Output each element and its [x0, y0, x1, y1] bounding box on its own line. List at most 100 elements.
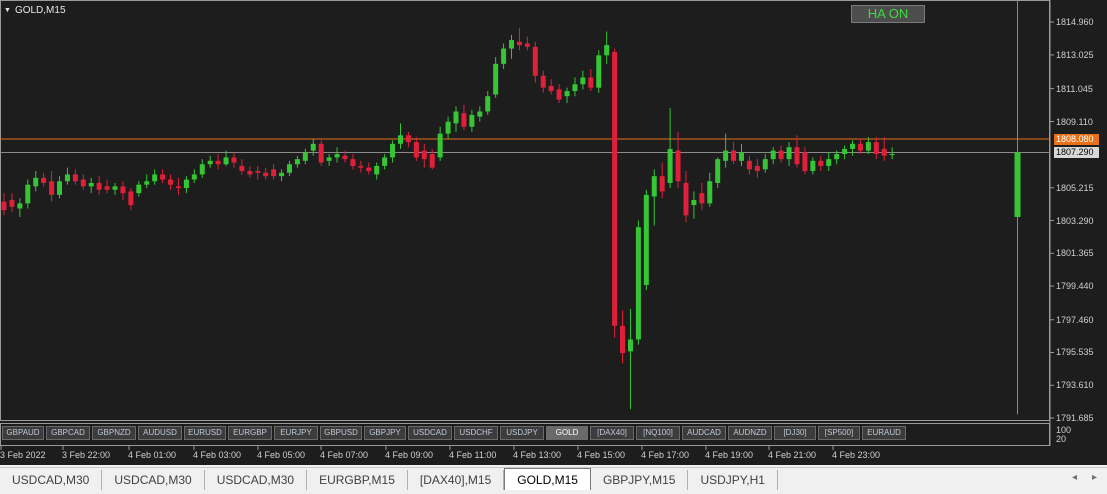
- candle-body: [223, 157, 229, 165]
- symbol-button-dj30[interactable]: [DJ30]: [774, 426, 816, 440]
- candle-body: [358, 165, 364, 168]
- chart-tab[interactable]: USDJPY,H1: [688, 470, 778, 490]
- candle-body: [612, 51, 618, 326]
- candle-body: [152, 174, 158, 182]
- candle-body: [88, 182, 94, 187]
- candle-body: [461, 113, 467, 127]
- candle-body: [64, 174, 70, 182]
- symbol-button-usdchf[interactable]: USDCHF: [454, 426, 498, 440]
- symbol-button-gbpusd[interactable]: GBPUSD: [320, 426, 362, 440]
- candle-body: [239, 165, 245, 172]
- candle-body: [635, 227, 641, 340]
- symbol-button-usdjpy[interactable]: USDJPY: [500, 426, 544, 440]
- symbol-button-gbpjpy[interactable]: GBPJPY: [364, 426, 406, 440]
- candle-body: [651, 176, 657, 197]
- candle-body: [675, 150, 681, 182]
- candle-body: [382, 157, 388, 166]
- symbol-button-audusd[interactable]: AUDUSD: [138, 426, 182, 440]
- scroll-right-icon[interactable]: ▸: [1092, 472, 1097, 483]
- candle-body: [501, 48, 507, 64]
- candle-body: [873, 142, 879, 155]
- chart-tab[interactable]: GOLD,M15: [504, 468, 591, 490]
- price-tick-label: 1799.440: [1056, 281, 1094, 292]
- candle-body: [643, 194, 649, 286]
- candle-body: [421, 150, 427, 160]
- chart-tab[interactable]: GBPJPY,M15: [591, 470, 689, 490]
- chart-tab[interactable]: USDCAD,M30: [0, 470, 103, 490]
- time-tick-label: 4 Feb 15:00: [577, 450, 626, 460]
- candle-body: [477, 111, 483, 117]
- symbol-button-eurjpy[interactable]: EURJPY: [274, 426, 318, 440]
- candle-body: [286, 164, 292, 173]
- time-tick-label: 4 Feb 05:00: [257, 450, 306, 460]
- candle-body: [390, 143, 396, 158]
- symbol-button-gbpcad[interactable]: GBPCAD: [46, 426, 90, 440]
- symbol-button-euraud[interactable]: EURAUD: [862, 426, 906, 440]
- candle-body: [104, 186, 110, 190]
- chart-tab-bar: USDCAD,M30 USDCAD,M30 USDCAD,M30 EURGBP,M15…: [0, 467, 1107, 494]
- time-tick-label: 3 Feb 2022: [0, 450, 46, 460]
- chart-tab[interactable]: USDCAD,M30: [205, 470, 308, 490]
- candle-body: [762, 159, 768, 170]
- candle-body: [136, 184, 142, 194]
- symbol-title: GOLD,M15: [14, 5, 66, 16]
- symbol-button-audnzd[interactable]: AUDNZD: [728, 426, 772, 440]
- price-tick-label: 1813.025: [1056, 49, 1094, 60]
- candle-body: [723, 150, 729, 161]
- candle-body: [41, 177, 47, 183]
- candle-body: [112, 186, 118, 190]
- candle-body: [445, 121, 451, 134]
- chart-window[interactable]: ▼ GOLD,M15 HA ON 1814.960 1813.025 1811.04…: [0, 0, 1107, 465]
- candle-body: [707, 181, 713, 204]
- candle-body: [564, 91, 570, 97]
- time-tick-label: 4 Feb 13:00: [513, 450, 562, 460]
- candle-body: [80, 179, 86, 187]
- candle-body: [144, 181, 150, 185]
- symbol-button-eurusd[interactable]: EURUSD: [184, 426, 226, 440]
- ha-toggle-button[interactable]: HA ON: [851, 5, 925, 23]
- symbol-button-gbpaud[interactable]: GBPAUD: [2, 426, 44, 440]
- symbol-button-dax40[interactable]: [DAX40]: [590, 426, 634, 440]
- symbol-button-eurgbp[interactable]: EURGBP: [228, 426, 272, 440]
- candle-body: [25, 184, 31, 204]
- candle-body: [683, 182, 689, 216]
- bid-price-tag: 1807.290: [1054, 147, 1099, 158]
- candle-body: [199, 164, 205, 175]
- symbol-button-bar: GBPAUD GBPCAD GBPNZD AUDUSD EURUSD EURGBP EURJ…: [2, 426, 906, 440]
- dropdown-arrow-icon[interactable]: ▼: [4, 7, 11, 14]
- chart-tab[interactable]: USDCAD,M30: [102, 470, 205, 490]
- symbol-button-sp500[interactable]: [SP500]: [818, 426, 860, 440]
- time-tick-label: 4 Feb 03:00: [193, 450, 242, 460]
- price-chart[interactable]: [0, 0, 1107, 465]
- candle-body: [540, 75, 546, 88]
- candle-body: [516, 41, 522, 46]
- chart-tab[interactable]: [DAX40],M15: [408, 470, 505, 490]
- candle-body: [398, 135, 403, 144]
- price-tick-label: 1797.460: [1056, 314, 1094, 325]
- symbol-button-gold[interactable]: GOLD: [546, 426, 588, 440]
- candle-body: [889, 154, 895, 156]
- candle-body: [183, 179, 189, 189]
- candle-body: [572, 84, 578, 92]
- candle-body: [588, 77, 594, 88]
- candle-body: [33, 177, 39, 187]
- time-tick-label: 4 Feb 11:00: [449, 450, 497, 460]
- symbol-button-audcad[interactable]: AUDCAD: [682, 426, 726, 440]
- ask-price-tag: 1808.080: [1054, 134, 1099, 145]
- candle-body: [881, 148, 887, 156]
- scroll-left-icon[interactable]: ◂: [1072, 472, 1077, 483]
- price-tick-label: 1791.685: [1056, 413, 1094, 423]
- symbol-button-usdcad[interactable]: USDCAD: [408, 426, 452, 440]
- candle-body: [271, 169, 277, 177]
- candle-body: [326, 157, 332, 161]
- candle-body: [865, 142, 871, 151]
- candle-body: [374, 165, 380, 175]
- symbol-button-gbpnzd[interactable]: GBPNZD: [92, 426, 136, 440]
- candle-body: [350, 159, 356, 166]
- symbol-button-nq100[interactable]: [NQ100]: [636, 426, 680, 440]
- candle-body: [453, 111, 459, 124]
- chart-tab[interactable]: EURGBP,M15: [307, 470, 408, 490]
- candle-body: [580, 77, 586, 85]
- candle-body: [413, 142, 419, 158]
- candle-body: [72, 174, 78, 182]
